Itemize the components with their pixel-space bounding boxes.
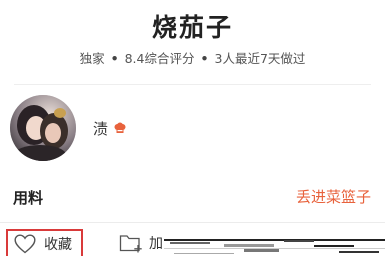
separator-dot: •: [110, 51, 119, 66]
add-label: 加: [149, 236, 163, 252]
divider: [14, 84, 371, 85]
add-to-collection-button[interactable]: 加: [119, 233, 163, 253]
recent-cooks-text: 3人最近7天做过: [214, 51, 306, 66]
add-to-basket-link[interactable]: 丢进菜篮子: [296, 186, 371, 207]
author-name: 渍: [93, 120, 109, 138]
toolbar-divider: [0, 222, 385, 223]
recipe-meta: 独家 • 8.4综合评分 • 3人最近7天做过: [0, 48, 385, 67]
separator-dot: •: [200, 51, 209, 66]
avatar-photo: [10, 95, 76, 161]
rendering-artifact: [164, 239, 385, 254]
favorite-button[interactable]: 收藏: [6, 229, 83, 256]
ingredients-title: 用料: [13, 189, 44, 207]
folder-add-icon: [119, 235, 142, 253]
exclusive-tag: 独家: [79, 51, 105, 66]
chef-hat-icon: [114, 122, 126, 133]
heart-outline-icon: [14, 233, 36, 253]
recipe-title: 烧茄子: [151, 13, 233, 42]
author-row[interactable]: 渍: [93, 118, 127, 139]
rating-text: 8.4综合评分: [124, 51, 195, 66]
author-avatar[interactable]: [10, 95, 76, 161]
recipe-detail-page: 烧茄子 独家 • 8.4综合评分 • 3人最近7天做过 渍 用料 丢进菜篮子 收…: [0, 0, 385, 256]
favorite-label: 收藏: [44, 236, 72, 253]
